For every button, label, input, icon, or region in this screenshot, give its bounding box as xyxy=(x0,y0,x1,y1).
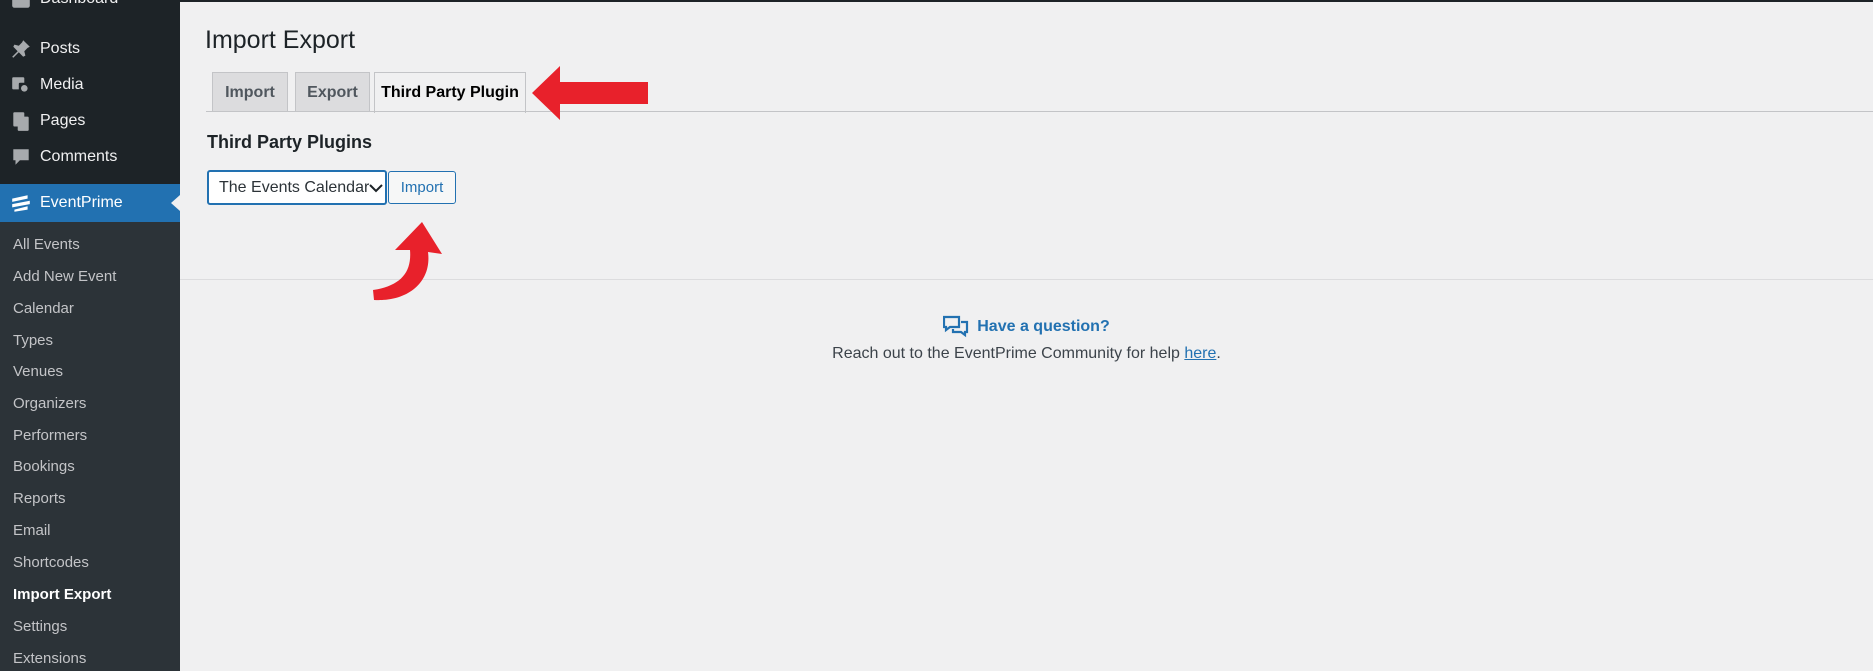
help-block: Have a question? Reach out to the EventP… xyxy=(180,315,1873,362)
submenu-organizers[interactable]: Organizers xyxy=(13,395,86,412)
tab-import[interactable]: Import xyxy=(212,72,288,112)
menu-dashboard-label: Dashboard xyxy=(40,0,118,8)
help-title-text: Have a question? xyxy=(977,318,1110,335)
submenu-reports[interactable]: Reports xyxy=(13,490,66,507)
menu-eventprime-label: EventPrime xyxy=(40,194,123,211)
help-link[interactable]: here xyxy=(1184,345,1216,362)
pages-icon xyxy=(8,108,34,134)
submenu-performers[interactable]: Performers xyxy=(13,427,87,444)
import-button[interactable]: Import xyxy=(388,171,456,204)
annotation-arrow-left xyxy=(532,66,648,120)
menu-comments-label: Comments xyxy=(40,148,118,165)
menu-posts[interactable]: Posts xyxy=(0,30,180,68)
submenu-settings[interactable]: Settings xyxy=(13,618,67,635)
question-chat-icon xyxy=(943,315,969,338)
eventprime-submenu: All Events Add New Event Calendar Types … xyxy=(0,222,180,671)
menu-eventprime[interactable]: EventPrime xyxy=(0,184,180,222)
submenu-email[interactable]: Email xyxy=(13,522,51,539)
menu-media-label: Media xyxy=(40,76,84,93)
annotation-arrow-curved xyxy=(373,222,442,301)
tab-export[interactable]: Export xyxy=(295,72,370,112)
main-content: Import Export Import Export Third Party … xyxy=(180,0,1873,671)
tab-third-party-plugin[interactable]: Third Party Plugin xyxy=(374,72,526,113)
chevron-down-icon xyxy=(369,183,384,193)
submenu-add-new-event[interactable]: Add New Event xyxy=(13,268,116,285)
menu-posts-label: Posts xyxy=(40,40,81,57)
submenu-all-events[interactable]: All Events xyxy=(13,236,80,253)
section-title: Third Party Plugins xyxy=(207,132,373,152)
help-text-after: . xyxy=(1216,345,1221,362)
menu-comments[interactable]: Comments xyxy=(0,138,180,176)
menu-pages-label: Pages xyxy=(40,112,86,129)
comment-icon xyxy=(8,144,34,170)
page-title: Import Export xyxy=(205,26,356,54)
help-text-before: Reach out to the EventPrime Community fo… xyxy=(832,345,1185,362)
submenu-shortcodes[interactable]: Shortcodes xyxy=(13,554,89,571)
plugin-select[interactable]: The Events Calendar xyxy=(207,170,387,205)
submenu-bookings[interactable]: Bookings xyxy=(13,458,75,475)
submenu-extensions[interactable]: Extensions xyxy=(13,650,86,667)
menu-pages[interactable]: Pages xyxy=(0,102,180,140)
menu-media[interactable]: Media xyxy=(0,66,180,104)
submenu-calendar[interactable]: Calendar xyxy=(13,300,74,317)
tab-underline xyxy=(206,111,1873,112)
submenu-import-export[interactable]: Import Export xyxy=(13,586,111,603)
top-border xyxy=(180,0,1873,2)
help-title: Have a question? xyxy=(943,315,1110,339)
submenu-venues[interactable]: Venues xyxy=(13,363,63,380)
pushpin-icon xyxy=(8,36,34,62)
admin-sidebar: Dashboard Posts Media Pages Comments Eve… xyxy=(0,0,180,671)
dashboard-icon xyxy=(8,0,34,12)
submenu-types[interactable]: Types xyxy=(13,332,53,349)
media-icon xyxy=(8,72,34,98)
eventprime-icon xyxy=(8,190,34,216)
help-text: Reach out to the EventPrime Community fo… xyxy=(180,345,1873,363)
menu-dashboard[interactable]: Dashboard xyxy=(0,0,180,18)
plugin-select-value: The Events Calendar xyxy=(219,178,370,196)
